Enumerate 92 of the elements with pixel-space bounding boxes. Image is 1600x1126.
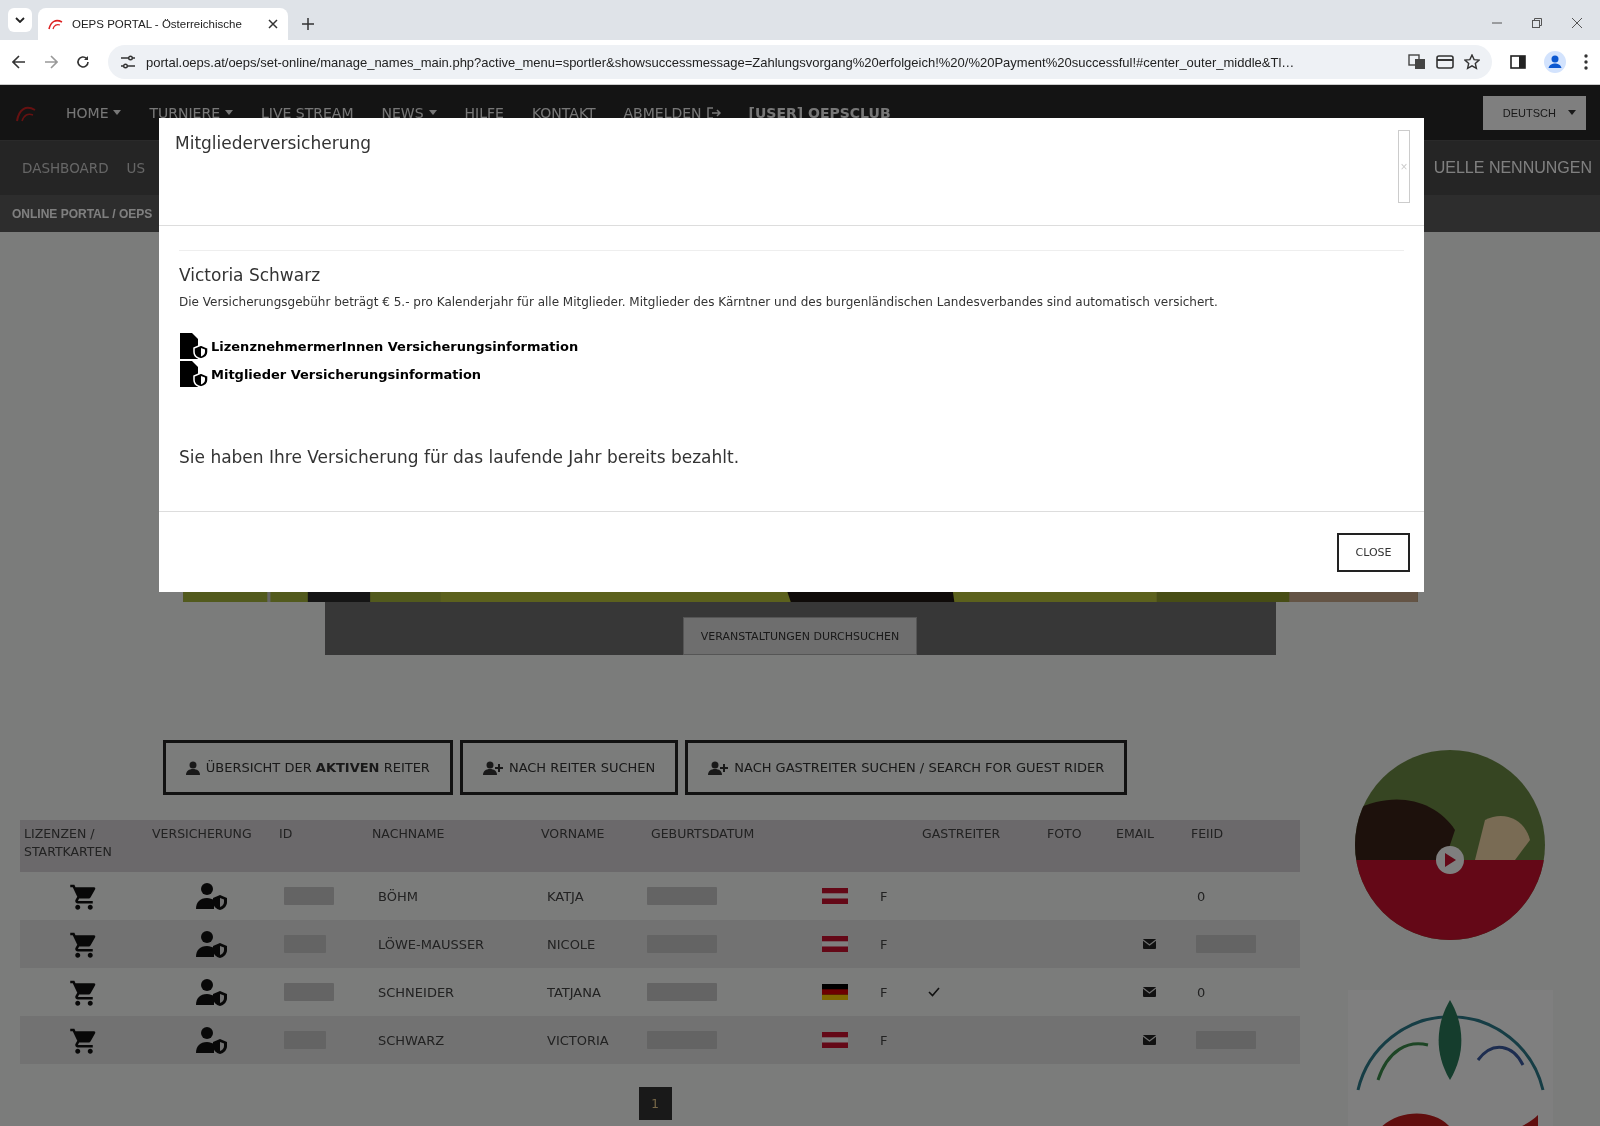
caret-icon xyxy=(428,110,437,115)
document-shield-icon xyxy=(179,361,209,387)
caret-icon xyxy=(1568,110,1576,115)
address-bar[interactable]: portal.oeps.at/oeps/set-online/manage_names_main.php?active_menu=sportler&showsuccessmessage=Zahlungsvorgang%20erfolgeich!%20/%20Payment%20successful!#center_outer_middle&Tl… xyxy=(108,45,1492,79)
oeps-logo-icon xyxy=(48,18,64,30)
column-header: VORNAME xyxy=(540,825,606,843)
user-plus-icon xyxy=(482,760,503,775)
dialog-title: Mitgliederversicherung xyxy=(175,133,371,153)
breadcrumb[interactable]: ONLINE PORTAL / OEPS xyxy=(12,206,153,221)
user-shield-icon[interactable] xyxy=(194,1026,229,1054)
nav-link[interactable]: TURNIERE xyxy=(149,104,234,121)
search-events-button[interactable]: VERANSTALTUNGEN DURCHSUCHEN xyxy=(682,617,918,655)
envelope-icon[interactable] xyxy=(1143,939,1156,949)
table-cell-text: LÖWE-MAUSSER xyxy=(377,936,486,952)
status-message: Sie haben Ihre Versicherung für das laufende Jahr bereits bezahlt. xyxy=(179,447,741,467)
translate-icon[interactable] xyxy=(1408,54,1426,70)
table-cell-text: 0 xyxy=(1196,984,1207,1000)
redacted-block xyxy=(284,887,334,905)
new-tab-icon[interactable] xyxy=(302,18,314,30)
close-icon[interactable] xyxy=(1572,18,1582,28)
table-cell-text: VICTORIA xyxy=(546,1032,610,1048)
table-cell-text: F xyxy=(879,1032,889,1048)
member-name: Victoria Schwarz xyxy=(179,265,322,285)
column-header: GASTREITER xyxy=(921,825,1002,843)
column-header: NACHNAME xyxy=(371,825,446,843)
column-header: FOTO xyxy=(1046,825,1083,843)
table-cell-text: F xyxy=(879,888,889,904)
nav-link[interactable]: ABMELDEN xyxy=(623,104,721,121)
side-panel-icon[interactable] xyxy=(1510,55,1526,69)
caret-icon xyxy=(225,110,234,115)
nav-link[interactable]: HILFE xyxy=(464,104,504,121)
user-shield-icon[interactable] xyxy=(194,978,229,1006)
table-cell-text: KATJA xyxy=(546,888,585,904)
nav-link[interactable]: NEWS xyxy=(381,104,437,121)
table-cell-text: F xyxy=(879,936,889,952)
nav-link[interactable]: KONTAKT xyxy=(531,104,596,121)
table-cell-text: SCHNEIDER xyxy=(377,984,456,1000)
restore-icon[interactable] xyxy=(1532,18,1542,28)
document-link[interactable]: Mitglieder Versicherungsinformation xyxy=(179,361,482,387)
sign-out-icon xyxy=(706,106,721,119)
redacted-block xyxy=(284,983,334,1001)
subnav-link[interactable]: US xyxy=(126,160,145,176)
reload-icon[interactable] xyxy=(76,55,90,69)
column-header: EMAIL xyxy=(1115,825,1155,843)
redacted-block xyxy=(647,887,717,905)
column-header: VERSICHERUNG xyxy=(151,825,253,843)
envelope-icon[interactable] xyxy=(1143,987,1156,997)
close-button[interactable]: CLOSE xyxy=(1337,532,1410,572)
nav-link[interactable]: LIVE STREAM xyxy=(261,104,354,121)
table-cell-text: NICOLE xyxy=(546,936,597,952)
filter-button[interactable]: NACH REITER SUCHEN xyxy=(459,740,679,795)
page-button[interactable]: 1 xyxy=(638,1087,672,1120)
nav-link[interactable]: [USER] OEPSCLUB xyxy=(748,104,891,121)
star-icon[interactable] xyxy=(1464,54,1480,70)
filter-button[interactable]: ÜBERSICHT DER AKTIVEN REITER xyxy=(162,740,453,795)
user-plus-icon xyxy=(708,760,729,775)
subnav-link[interactable]: DASHBOARD xyxy=(22,160,109,176)
document-link[interactable]: LizenznehmermerInnen Versicherungsinformation xyxy=(179,333,579,359)
document-shield-icon xyxy=(179,333,209,359)
filter-button[interactable]: NACH GASTREITER SUCHEN / SEARCH FOR GUEST RIDER xyxy=(685,740,1128,795)
column-header: FEIID xyxy=(1190,825,1225,843)
user-icon xyxy=(185,760,200,775)
table-cell-text: F xyxy=(879,984,889,1000)
table-cell-text: BÖHM xyxy=(377,888,419,904)
column-header: GEBURTSDATUM xyxy=(650,825,756,843)
site-settings-icon[interactable] xyxy=(120,55,136,69)
caret-icon xyxy=(113,110,122,115)
profile-icon[interactable] xyxy=(1544,51,1566,73)
user-shield-icon[interactable] xyxy=(194,930,229,958)
subnav-link[interactable]: UELLE NENNUNGEN xyxy=(1433,159,1592,177)
back-icon[interactable] xyxy=(12,55,26,69)
table-cell-text: 0 xyxy=(1196,888,1207,904)
flag-icon xyxy=(822,984,848,1000)
table-cell-text: SCHWARZ xyxy=(377,1032,446,1048)
nav-link[interactable]: HOME xyxy=(66,104,122,121)
chevron-down-icon xyxy=(15,17,25,23)
language-dropdown[interactable]: DEUTSCH xyxy=(1482,95,1586,130)
forward-icon[interactable] xyxy=(44,55,58,69)
tab-title: OEPS PORTAL - Österreichische xyxy=(72,18,243,30)
close-icon[interactable] xyxy=(268,19,278,29)
browser-tab[interactable]: OEPS PORTAL - Österreichische xyxy=(38,8,288,40)
column-header: ID xyxy=(278,825,294,843)
url-text: portal.oeps.at/oeps/set-online/manage_names_main.php?active_menu=sportler&showsuccessmessage=Zahlungsvorgang%20erfolgeich!%20/%20Payment%20successful!#center_outer_middle&Tl… xyxy=(146,54,1296,70)
user-shield-icon[interactable] xyxy=(194,882,229,910)
more-icon[interactable] xyxy=(1584,54,1588,70)
column-header: LIZENZEN / STARTKARTEN xyxy=(23,825,113,861)
card-icon[interactable] xyxy=(1436,55,1454,69)
fee-note: Die Versicherungsgebühr beträgt € 5.- pro Kalenderjahr für alle Mitglieder. Mitglieder des Kärntner und des burgenländischen Landesverbandes sind automatisch versichert. xyxy=(179,295,1219,309)
table-cell-text: TATJANA xyxy=(546,984,602,1000)
tab-list-button[interactable] xyxy=(8,8,32,32)
redacted-block xyxy=(647,983,717,1001)
envelope-icon[interactable] xyxy=(1143,1035,1156,1045)
